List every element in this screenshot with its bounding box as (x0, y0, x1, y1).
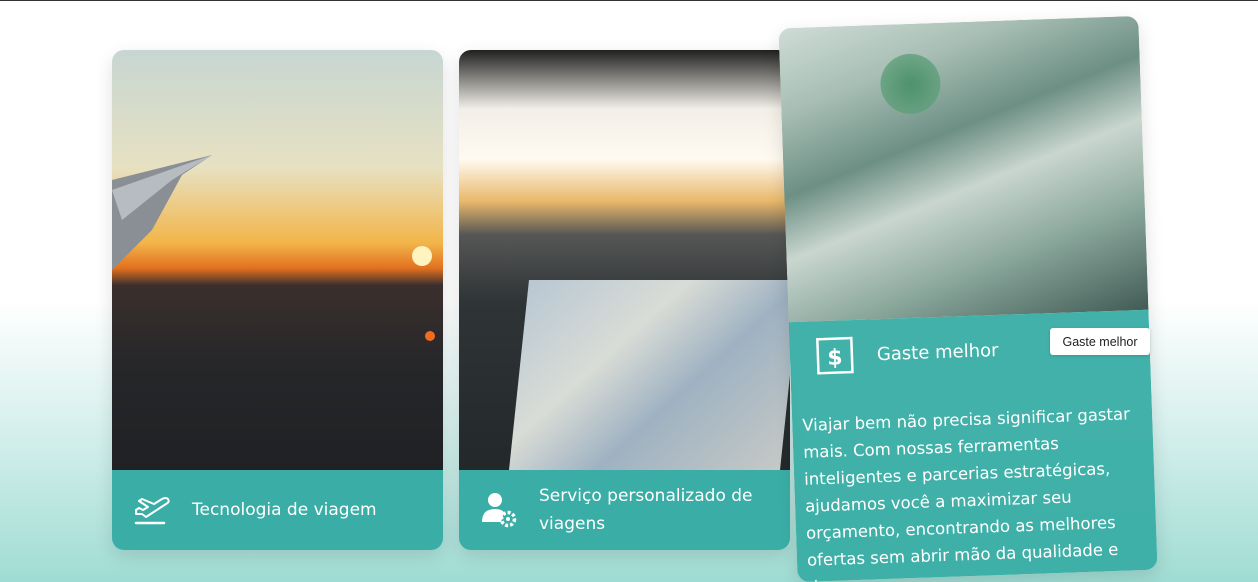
road-map-shape (509, 280, 790, 470)
user-gear-icon (482, 493, 517, 528)
plane-takeoff-icon (134, 497, 170, 525)
dollar-sign-icon: $ (816, 336, 854, 375)
service-card-spend-better[interactable]: $ Gaste melhor Viajar bem não precisa si… (778, 15, 1158, 582)
airplane-wing-sunset-image (112, 50, 443, 470)
service-card-travel-tech[interactable]: Tecnologia de viagem (112, 50, 443, 550)
card-caption: Tecnologia de viagem (112, 470, 443, 550)
card-title: Serviço personalizado de viagens (539, 486, 753, 534)
card-caption: Serviço personalizado de viagens (459, 470, 790, 550)
card-title: Tecnologia de viagem (192, 500, 377, 520)
service-card-personalized[interactable]: Serviço personalizado de viagens (459, 50, 790, 550)
dollar-bills-image (778, 15, 1149, 323)
tooltip: Gaste melhor (1050, 328, 1150, 355)
card-description: Viajar bem não precisa significar gastar… (801, 404, 1131, 582)
svg-text:$: $ (827, 345, 843, 371)
car-dashboard-map-image (459, 50, 790, 470)
card-title: Gaste melhor (876, 339, 999, 365)
top-divider (0, 0, 1258, 1)
bill-seal-shape (879, 52, 942, 115)
